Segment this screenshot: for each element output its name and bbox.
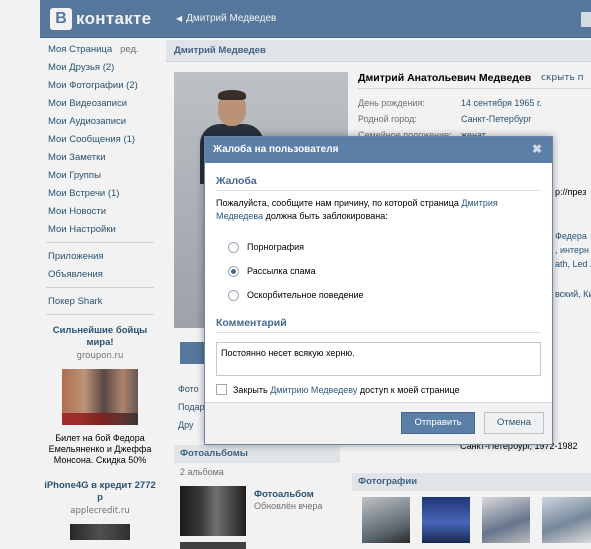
report-description: Пожалуйста, сообщите нам причину, по кот…	[216, 197, 541, 223]
check-label: Закрыть Дмитрию Медведеву доступ к моей …	[233, 385, 460, 395]
desc-text: должна быть заблокирована:	[265, 211, 388, 221]
check-label-text: Закрыть	[233, 384, 268, 395]
reason-list: Порнография Рассылка спама Оскорбительно…	[228, 235, 541, 307]
page: В контакте ◀ Дмитрий Медведев Моя Страниц…	[0, 0, 591, 549]
dialog-header: Жалоба на пользователя ✖	[205, 137, 552, 163]
report-section-title: Жалоба	[216, 175, 541, 191]
reason-label: Рассылка спама	[247, 266, 316, 276]
close-icon[interactable]: ✖	[530, 142, 544, 156]
radio-button[interactable]	[228, 241, 239, 253]
radio-button-checked[interactable]	[228, 265, 239, 277]
desc-text: Пожалуйста, сообщите нам причину, по кот…	[216, 198, 459, 208]
dialog-footer: Отправить Отмена	[205, 402, 552, 444]
reason-label: Порнография	[247, 242, 305, 252]
cancel-button[interactable]: Отмена	[484, 412, 544, 434]
dialog-title: Жалоба на пользователя	[213, 144, 339, 155]
comment-textarea[interactable]: Постоянно несет всякую херню.	[216, 342, 541, 376]
reason-label: Оскорбительное поведение	[247, 290, 364, 300]
radio-button[interactable]	[228, 289, 239, 301]
reason-option-porn[interactable]: Порнография	[228, 235, 541, 259]
reason-option-spam[interactable]: Рассылка спама	[228, 259, 541, 283]
checkbox[interactable]	[216, 384, 227, 395]
close-access-user-link[interactable]: Дмитрию Медведеву	[270, 385, 357, 395]
send-button[interactable]: Отправить	[401, 412, 475, 434]
close-access-option[interactable]: Закрыть Дмитрию Медведеву доступ к моей …	[216, 384, 541, 395]
dialog-body: Жалоба Пожалуйста, сообщите нам причину,…	[205, 163, 552, 395]
comment-section-title: Комментарий	[216, 317, 541, 333]
check-label-text: доступ к моей странице	[359, 384, 460, 395]
reason-option-abuse[interactable]: Оскорбительное поведение	[228, 283, 541, 307]
report-user-dialog: Жалоба на пользователя ✖ Жалоба Пожалуйс…	[204, 136, 553, 445]
